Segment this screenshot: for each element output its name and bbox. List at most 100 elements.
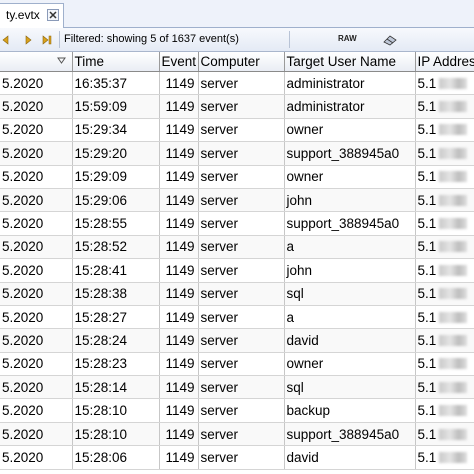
cell-event-id: 1149 xyxy=(159,422,199,447)
cell-computer: server xyxy=(198,422,285,447)
cell-computer: server xyxy=(198,211,285,236)
cell-ip-address: 5.1 xyxy=(415,398,474,423)
ip-visible-part: 5.1 xyxy=(417,122,437,138)
table-row[interactable]: 5.2020 15:28:24 1149 server david 5.1 xyxy=(0,328,474,353)
table-row[interactable]: 5.2020 15:28:10 1149 server support_388945a0… xyxy=(0,422,474,447)
nav-next-icon[interactable] xyxy=(21,33,35,47)
cell-target-user-name: john xyxy=(284,258,416,283)
table-row[interactable]: 5.2020 15:28:52 1149 server a 5.1 xyxy=(0,235,474,260)
ip-visible-part: 5.1 xyxy=(417,75,437,91)
toolbar-separator xyxy=(59,31,60,48)
column-header-date[interactable] xyxy=(0,52,73,72)
table-row[interactable]: 5.2020 15:29:09 1149 server owner 5.1 xyxy=(0,165,474,189)
cell-date: 5.2020 xyxy=(0,165,73,189)
table-row[interactable]: 5.2020 15:29:20 1149 server support_388945a0… xyxy=(0,141,474,166)
cell-event-id: 1149 xyxy=(159,118,199,143)
cell-computer: server xyxy=(198,188,285,213)
cell-target-user-name: sql xyxy=(284,375,416,400)
ip-visible-part: 5.1 xyxy=(417,145,437,161)
cell-ip-address: 5.1 xyxy=(415,258,474,283)
table-row[interactable]: 5.2020 16:35:37 1149 server administrator 5.1 xyxy=(0,71,474,96)
cell-time: 15:28:24 xyxy=(72,328,160,353)
raw-button[interactable]: RAW xyxy=(338,34,357,43)
table-row[interactable]: 5.2020 15:29:34 1149 server owner 5.1 xyxy=(0,118,474,143)
column-header-event[interactable]: Event xyxy=(159,52,199,72)
sort-desc-icon xyxy=(56,57,66,64)
table-row[interactable]: 5.2020 15:28:23 1149 server owner 5.1 xyxy=(0,352,474,377)
ip-visible-part: 5.1 xyxy=(417,309,437,325)
cell-computer: server xyxy=(198,165,285,189)
cell-computer: server xyxy=(198,235,285,260)
table-row[interactable]: 5.2020 15:28:27 1149 server a 5.1 xyxy=(0,305,474,330)
nav-last-icon[interactable] xyxy=(40,33,54,47)
filter-status: Filtered: showing 5 of 1637 event(s) xyxy=(64,33,239,45)
redacted-ip-blur xyxy=(439,171,468,183)
table-row[interactable]: 5.2020 15:28:38 1149 server sql 5.1 xyxy=(0,282,474,306)
ip-visible-part: 5.1 xyxy=(417,99,437,115)
cell-target-user-name: administrator xyxy=(284,94,416,119)
cell-ip-address: 5.1 xyxy=(415,188,474,213)
cell-ip-address: 5.1 xyxy=(415,352,474,377)
ip-visible-part: 5.1 xyxy=(417,286,437,302)
ip-visible-part: 5.1 xyxy=(417,169,437,185)
cell-computer: server xyxy=(198,352,285,377)
redacted-ip-blur xyxy=(439,101,468,113)
cell-date: 5.2020 xyxy=(0,398,73,423)
cell-date: 5.2020 xyxy=(0,211,73,236)
redacted-ip-blur xyxy=(439,218,468,230)
cell-ip-address: 5.1 xyxy=(415,282,474,306)
toolbar-separator xyxy=(289,31,290,48)
cell-computer: server xyxy=(198,328,285,353)
redacted-ip-blur xyxy=(439,405,468,417)
cell-time: 15:29:20 xyxy=(72,141,160,166)
table-row[interactable]: 5.2020 15:59:09 1149 server administrator 5.1 xyxy=(0,94,474,119)
cell-event-id: 1149 xyxy=(159,375,199,400)
cell-target-user-name: david xyxy=(284,328,416,353)
redacted-ip-blur xyxy=(439,311,468,323)
cell-ip-address: 5.1 xyxy=(415,141,474,166)
cell-time: 15:29:06 xyxy=(72,188,160,213)
nav-first-icon[interactable] xyxy=(0,33,14,47)
toolbar: Filtered: showing 5 of 1637 event(s) RAW xyxy=(0,28,474,52)
cell-event-id: 1149 xyxy=(159,141,199,166)
cell-target-user-name: a xyxy=(284,305,416,330)
ip-visible-part: 5.1 xyxy=(417,262,437,278)
table-row[interactable]: 5.2020 15:28:10 1149 server backup 5.1 xyxy=(0,398,474,423)
eraser-icon[interactable] xyxy=(382,33,398,47)
cell-date: 5.2020 xyxy=(0,118,73,143)
redacted-ip-blur xyxy=(439,77,468,89)
ip-visible-part: 5.1 xyxy=(417,332,437,348)
table-row[interactable]: 5.2020 15:28:41 1149 server john 5.1 xyxy=(0,258,474,283)
column-header-time[interactable]: Time xyxy=(72,52,160,72)
cell-date: 5.2020 xyxy=(0,328,73,353)
cell-event-id: 1149 xyxy=(159,305,199,330)
column-header-ip-address[interactable]: IP Addres xyxy=(415,52,474,72)
cell-computer: server xyxy=(198,94,285,119)
cell-date: 5.2020 xyxy=(0,282,73,306)
cell-event-id: 1149 xyxy=(159,235,199,260)
cell-date: 5.2020 xyxy=(0,141,73,166)
table-row[interactable]: 5.2020 15:28:14 1149 server sql 5.1 xyxy=(0,375,474,400)
cell-computer: server xyxy=(198,118,285,143)
table-row[interactable]: 5.2020 15:28:55 1149 server support_388945a0… xyxy=(0,211,474,236)
cell-time: 15:28:52 xyxy=(72,235,160,260)
redacted-ip-blur xyxy=(439,451,468,463)
cell-computer: server xyxy=(198,305,285,330)
close-icon[interactable] xyxy=(47,9,59,21)
redacted-ip-blur xyxy=(439,124,468,136)
table-row[interactable]: 5.2020 15:29:06 1149 server john 5.1 xyxy=(0,188,474,213)
cell-time: 15:59:09 xyxy=(72,94,160,119)
cell-computer: server xyxy=(198,258,285,283)
cell-time: 15:28:27 xyxy=(72,305,160,330)
cell-target-user-name: owner xyxy=(284,352,416,377)
tab-security-evtx[interactable]: ty.evtx xyxy=(0,3,64,28)
table-row[interactable]: 5.2020 15:28:06 1149 server david 5.1 xyxy=(0,445,474,470)
cell-time: 15:29:34 xyxy=(72,118,160,143)
cell-event-id: 1149 xyxy=(159,165,199,189)
events-table: Time Event Computer Target User Name IP … xyxy=(0,52,474,470)
column-header-computer[interactable]: Computer xyxy=(198,52,285,72)
redacted-ip-blur xyxy=(439,358,468,370)
table-header-row: Time Event Computer Target User Name IP … xyxy=(0,52,474,72)
column-header-target-user-name[interactable]: Target User Name xyxy=(284,52,416,72)
cell-target-user-name: support_388945a0 xyxy=(284,211,416,236)
